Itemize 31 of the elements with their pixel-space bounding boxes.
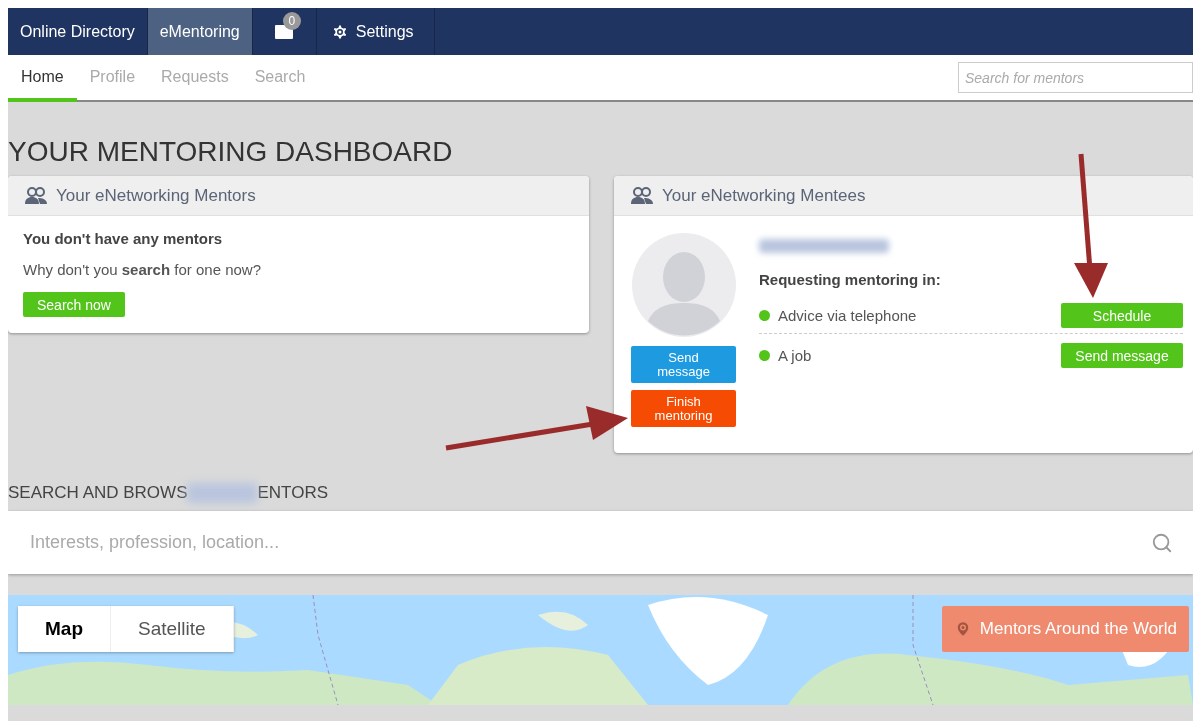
tab[interactable]: Search: [241, 55, 319, 102]
nav-link[interactable]: eMentoring: [147, 8, 253, 55]
map-type-button[interactable]: Map: [18, 606, 111, 652]
page-title: YOUR MENTORING DASHBOARD: [8, 136, 454, 168]
prompt-text: Why don't you search for one now?: [23, 261, 263, 278]
card-title: Your eNetworking Mentors: [56, 185, 256, 206]
request-button[interactable]: Send message: [1061, 343, 1183, 368]
empty-title: You don't have any mentors: [23, 230, 224, 247]
search-icon[interactable]: [1151, 531, 1173, 554]
search-now-button[interactable]: Search now: [23, 292, 125, 317]
tab[interactable]: Profile: [76, 55, 149, 102]
mentors-world-button[interactable]: Mentors Around the World: [941, 606, 1189, 652]
tab[interactable]: Home: [8, 55, 77, 102]
request-button[interactable]: Schedule: [1061, 303, 1183, 328]
blurred-count: [187, 483, 258, 503]
finish-mentoring-button[interactable]: Finish mentoring: [631, 390, 736, 427]
tab[interactable]: Requests: [148, 55, 242, 102]
browse-heading: ENTORS: [257, 483, 329, 503]
people-icon: [24, 186, 48, 205]
people-icon: [630, 186, 654, 205]
map-type-button[interactable]: Satellite: [111, 606, 234, 652]
card-title: Your eNetworking Mentees: [662, 185, 866, 206]
requesting-label: Requesting mentoring in:: [759, 271, 942, 288]
request-label: A job: [778, 347, 813, 364]
mentor-search-field[interactable]: Search for mentors: [958, 62, 1193, 93]
count-badge: 0: [282, 12, 301, 30]
send-message-button[interactable]: Send message: [631, 346, 736, 383]
search-bar[interactable]: Interests, profession, location...: [8, 511, 1193, 574]
browse-heading: SEARCH AND BROWS: [8, 483, 188, 503]
request-label: Advice via telephone: [778, 307, 918, 324]
settings-label: Settings: [355, 22, 414, 41]
